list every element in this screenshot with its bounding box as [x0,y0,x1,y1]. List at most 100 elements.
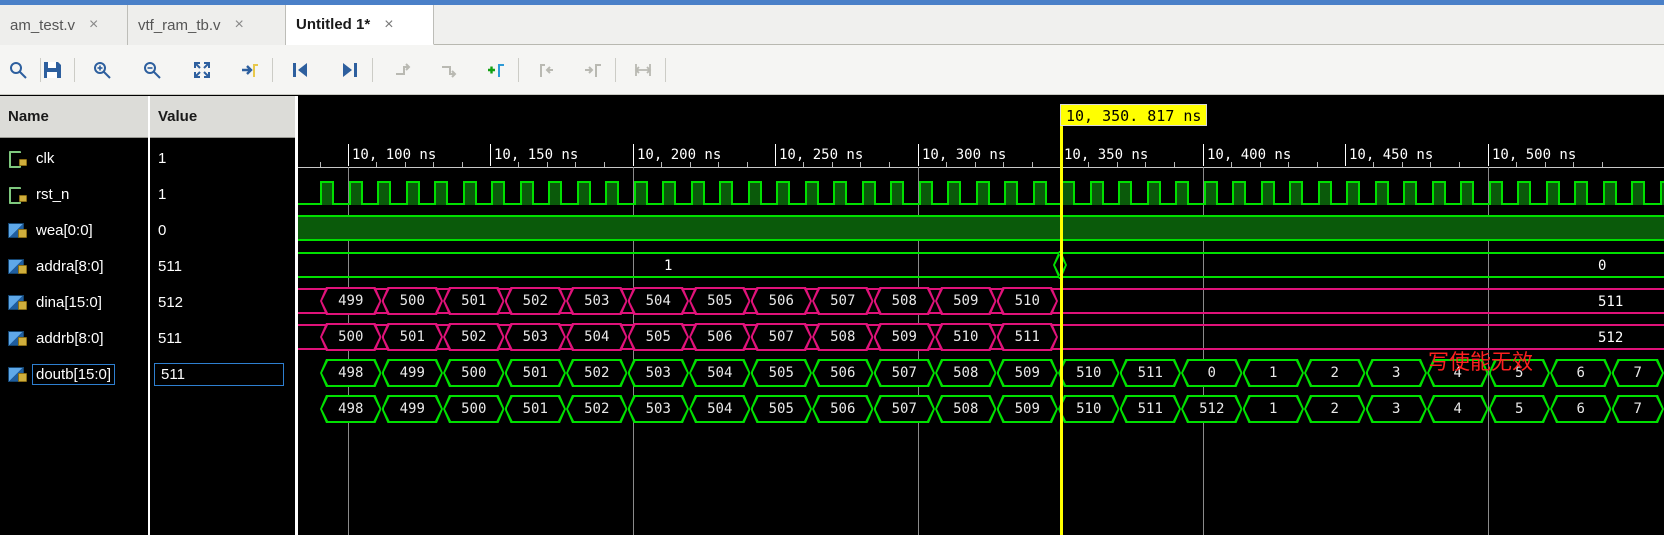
bus-segment-value: 7 [1633,401,1642,417]
bus-segment-value: 3 [1392,401,1401,417]
signal-row-addra80[interactable]: addra[8:0] [0,248,148,284]
signal-value-row[interactable]: 0 [150,212,295,248]
next-transition-icon[interactable] [332,52,368,88]
zoom-out-icon[interactable] [134,52,170,88]
bus-segment: 509 [997,395,1059,423]
signal-name-label: addra[8:0] [36,257,104,275]
bus-segment-value: 504 [645,293,671,309]
bus-segment: 507 [874,395,936,423]
bus-segment-value: 499 [338,293,364,309]
signal-value-row[interactable]: 1 [150,176,295,212]
ruler-label: 10, 200 ns [637,147,722,163]
add-group-icon[interactable] [430,52,466,88]
time-cursor-label[interactable]: 10, 350. 817 ns [1060,104,1208,126]
signal-value-row[interactable]: 512 [150,284,295,320]
bus-segment: 505 [689,287,751,315]
bus-segment-value: 0 [1207,365,1216,381]
close-icon[interactable]: × [235,17,244,33]
previous-marker-icon[interactable] [528,52,564,88]
add-marker-icon[interactable] [478,52,514,88]
editor-tab-2[interactable]: Untitled 1* × [286,5,434,45]
signal-value-list[interactable]: 1 1 0 511 512 511 511 [150,138,295,535]
close-icon[interactable]: × [384,16,393,33]
signal-value-row[interactable]: 511 [150,248,295,284]
signal-row-dina150[interactable]: dina[15:0] [0,284,148,320]
editor-tab-bar: am_test.v × vtf_ram_tb.v × Untitled 1* × [0,5,1664,45]
editor-tab-0[interactable]: am_test.v × [0,5,128,45]
zoom-in-icon[interactable] [84,52,120,88]
signal-value-row[interactable]: 511 [150,320,295,356]
next-marker-icon[interactable] [575,52,611,88]
clock-pulse [1203,181,1218,205]
clock-pulse [918,181,933,205]
bus-segment-value: 507 [891,401,917,417]
clock-pulse [947,181,961,205]
bus-segment: 503 [628,395,690,423]
bus-segment: 3 [1366,395,1428,423]
goto-time-icon[interactable] [232,52,268,88]
find-icon[interactable] [0,52,36,88]
close-icon[interactable]: × [89,17,98,33]
bus-segment-value: 499 [399,365,425,381]
clock-pulse [633,181,648,205]
signal-value-text: 1 [158,185,167,203]
bus-segment-value: 498 [338,365,364,381]
column-header-name[interactable]: Name [0,96,148,138]
zoom-fit-icon[interactable] [184,52,220,88]
clock-pulse [890,181,904,205]
bus-segment: 510 [997,287,1059,315]
clock-pulse [1431,181,1446,205]
signal-value-text: 511 [154,362,284,386]
waveform-viewer-window: am_test.v × vtf_ram_tb.v × Untitled 1* × Name… [0,0,1664,535]
bus-segment: 504 [689,395,751,423]
clock-pulse [1631,181,1645,205]
bus-segment: 499 [382,359,444,387]
bus-segment: 506 [689,323,751,351]
bus-segment-value: 510 [1014,293,1040,309]
signal-value-row[interactable]: 511 [150,356,295,392]
bus-segment: 501 [505,395,567,423]
column-header-value[interactable]: Value [150,96,295,138]
signal-row-rst_n[interactable]: rst_n [0,176,148,212]
editor-tab-label: am_test.v [10,16,76,34]
bus-segment: 500 [382,287,444,315]
bus-segment: 512 [1181,395,1243,423]
bus-segment: 511 [1120,395,1182,423]
signal-row-doutb150[interactable]: doutb[15:0] [0,356,148,392]
measure-icon[interactable] [625,52,661,88]
add-divider-icon[interactable] [384,52,420,88]
editor-tab-1[interactable]: vtf_ram_tb.v × [128,5,286,45]
bus-signal-icon [8,294,30,310]
clock-pulse [747,181,762,205]
clock-pulse [1118,181,1132,205]
time-cursor-line[interactable] [1060,114,1063,535]
editor-tab-label: Untitled 1* [296,16,371,33]
signal-row-addrb80[interactable]: addrb[8:0] [0,320,148,356]
signal-value-row[interactable]: 1 [150,140,295,176]
clock-pulse [1659,181,1664,205]
clock-pulse [1175,181,1189,205]
bus-segment: 498 [320,395,382,423]
bus-segment-value: 1 [1269,365,1278,381]
signal-name-label: rst_n [36,185,70,203]
clock-pulse [1346,181,1360,205]
waveform-canvas[interactable]: 10, 100 ns 10, 150 ns 10, 200 ns 10, 250 ns… [298,96,1664,535]
editor-tab-label: vtf_ram_tb.v [138,16,221,34]
header-column-gap [148,96,150,138]
wea-value-label: 1 [664,258,673,274]
waveform-panel: Name Value clk rst_n wea[0:0] addra[8:0] din… [0,96,1664,535]
bus-segment: 1 [1243,359,1305,387]
previous-transition-icon[interactable] [282,52,318,88]
bus-segment-value: 500 [338,329,364,345]
signal-row-clk[interactable]: clk [0,140,148,176]
bus-segment: 503 [628,359,690,387]
signal-name-list[interactable]: clk rst_n wea[0:0] addra[8:0] dina[15:0] addr… [0,138,148,535]
save-icon[interactable] [34,52,70,88]
bus-segment-value: 2 [1330,401,1339,417]
signal-row-wea00[interactable]: wea[0:0] [0,212,148,248]
waveform-toolbar [0,45,1664,95]
bus-segment-value: 503 [645,365,671,381]
bus-segment-value: 511 [1137,365,1163,381]
signal-name-label: addrb[8:0] [36,329,104,347]
clock-pulse [833,181,847,205]
